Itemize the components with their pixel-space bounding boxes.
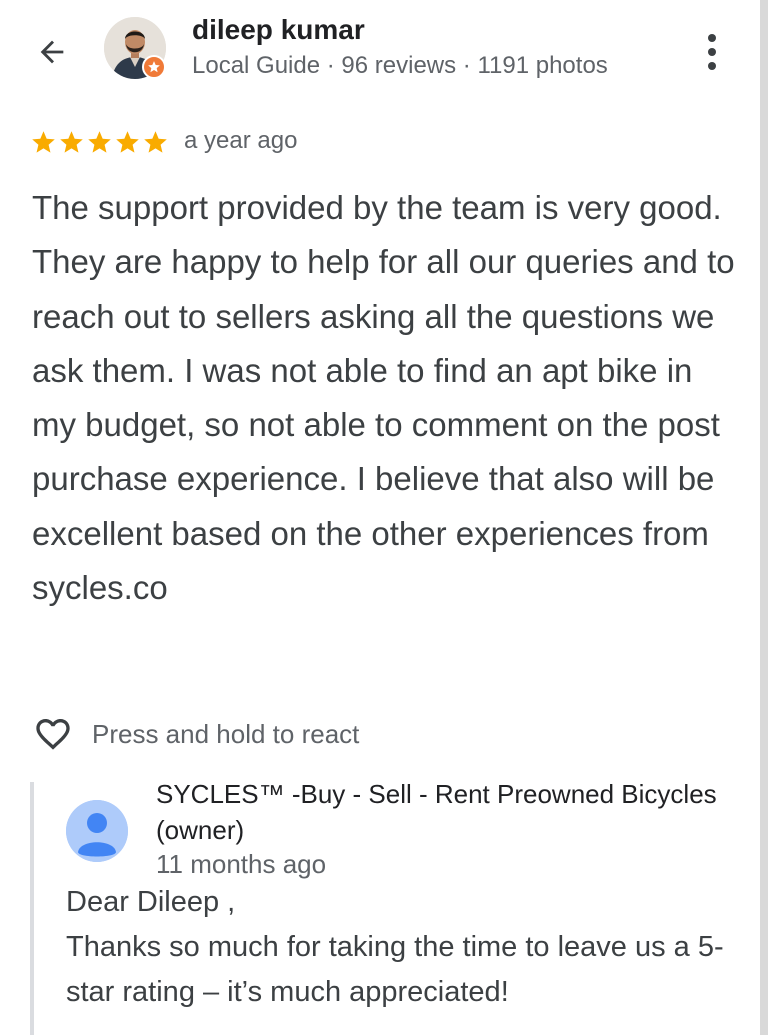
- owner-name: SYCLES™ -Buy - Sell - Rent Preowned Bicy…: [156, 779, 717, 845]
- more-vert-icon-dot: [708, 48, 716, 56]
- react-label: Press and hold to react: [92, 718, 360, 749]
- more-vert-icon-dot: [708, 62, 716, 70]
- more-vert-icon-dot: [708, 34, 716, 42]
- back-button[interactable]: [30, 30, 74, 74]
- local-guide-star-icon: [142, 55, 166, 79]
- star-icon: [116, 131, 139, 153]
- star-rating: [30, 129, 169, 156]
- owner-response-date: 11 months ago: [156, 849, 327, 879]
- star-icon: [144, 131, 167, 153]
- owner-reply-text: Dear Dileep , Thanks so much for taking …: [66, 880, 746, 1015]
- more-options-button[interactable]: [696, 30, 728, 74]
- reviewer-meta: Local Guide · 96 reviews · 1191 photos: [192, 52, 608, 79]
- star-icon: [60, 131, 83, 153]
- star-icon: [32, 131, 55, 153]
- reply-body: Thanks so much for taking the time to le…: [66, 931, 724, 1008]
- scroll-edge: [760, 0, 768, 1035]
- person-icon: [66, 800, 128, 862]
- arrow-back-icon: [40, 40, 64, 64]
- heart-outline-icon: [36, 719, 70, 750]
- react-button[interactable]: Press and hold to react: [32, 712, 359, 756]
- owner-response-divider: [30, 782, 34, 1035]
- star-icon: [88, 131, 111, 153]
- owner-avatar: [66, 800, 128, 862]
- reply-greeting: Dear Dileep ,: [66, 886, 236, 918]
- review-text: The support provided by the team is very…: [32, 189, 735, 607]
- review-date: a year ago: [184, 127, 298, 154]
- reviewer-name[interactable]: dileep kumar: [192, 14, 365, 46]
